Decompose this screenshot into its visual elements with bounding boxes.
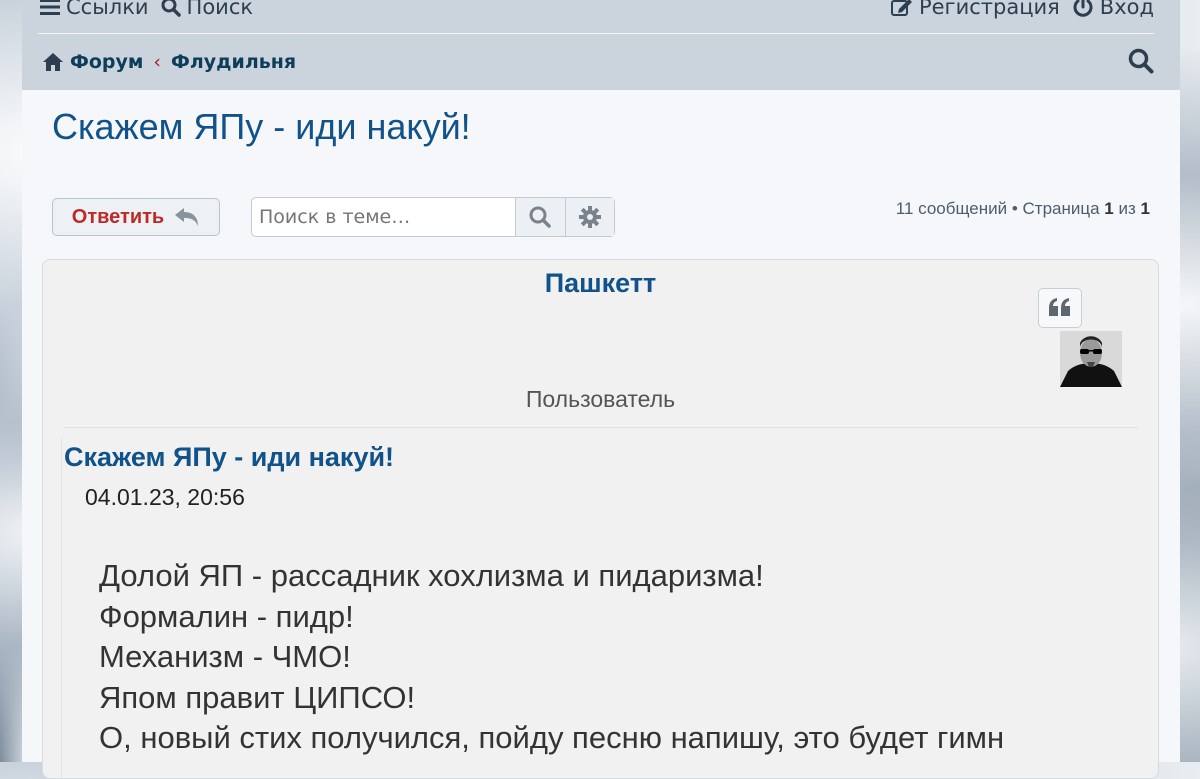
register-label: Регистрация — [918, 0, 1060, 19]
header-divider — [38, 33, 1154, 34]
home-icon — [43, 53, 63, 71]
edit-icon — [890, 0, 912, 16]
search-link[interactable]: Поиск — [161, 0, 254, 19]
post-title[interactable]: Скажем ЯПу - иди накуй! — [64, 442, 394, 473]
content-line: Механизм - ЧМО! — [99, 639, 351, 674]
quick-links-row: Ссылки Поиск Регистрация Вход — [40, 0, 1154, 22]
topic-search-input[interactable] — [252, 198, 516, 236]
reply-icon — [175, 208, 199, 226]
post-content: Долой ЯП - рассадник хохлизма и пидаризм… — [99, 556, 1004, 759]
reply-button[interactable]: Ответить — [52, 198, 220, 236]
post-author[interactable]: Пашкетт — [43, 268, 1158, 299]
breadcrumb-forum[interactable]: Форум — [70, 51, 143, 73]
quote-button[interactable] — [1038, 288, 1082, 328]
page-of: из — [1118, 199, 1136, 218]
total-pages: 1 — [1140, 199, 1150, 218]
topic-search — [251, 197, 615, 237]
topic-title[interactable]: Скажем ЯПу - иди накуй! — [52, 106, 471, 148]
page-wrapper: Ссылки Поиск Регистрация Вход Форум ‹ Фл… — [22, 0, 1180, 779]
breadcrumb-section[interactable]: Флудильня — [171, 51, 296, 73]
advanced-search-button[interactable] — [564, 198, 614, 236]
search-icon — [1128, 48, 1154, 74]
bars-icon — [40, 0, 60, 15]
cog-icon — [578, 206, 601, 228]
breadcrumb-separator: ‹ — [153, 51, 162, 73]
header-search-button[interactable] — [1128, 48, 1154, 74]
content-line: О, новый стих получился, пойду песню нап… — [99, 720, 1005, 755]
breadcrumb: Форум ‹ Флудильня — [42, 48, 296, 76]
post-timestamp[interactable]: 04.01.23, 20:56 — [85, 484, 245, 511]
links-menu[interactable]: Ссылки — [40, 0, 149, 19]
post-divider — [63, 427, 1138, 428]
content-line: Формалин - пидр! — [99, 598, 354, 634]
content-line: Япом правит ЦИПСО! — [99, 679, 416, 715]
topic-search-button[interactable] — [515, 198, 565, 236]
search-label: Поиск — [186, 0, 254, 19]
post-body: Скажем ЯПу - иди накуй! 04.01.23, 20:56 … — [61, 438, 1138, 778]
current-page: 1 — [1104, 199, 1114, 218]
user-rank: Пользователь — [525, 386, 676, 412]
content-line: Долой ЯП - рассадник хохлизма и пидаризм… — [99, 558, 764, 593]
quote-icon — [1049, 298, 1070, 316]
links-label: Ссылки — [66, 0, 149, 19]
pagination-info: 11 сообщений • Страница 1 из 1 — [896, 199, 1150, 219]
login-label: Вход — [1099, 0, 1154, 19]
search-icon — [161, 0, 181, 17]
avatar[interactable] — [1060, 331, 1122, 387]
register-link[interactable]: Регистрация — [890, 0, 1060, 19]
post-card: Пашкетт Пользователь Скажем ЯПу - иди на… — [42, 259, 1159, 779]
header-bar: Ссылки Поиск Регистрация Вход Форум ‹ Фл… — [22, 0, 1180, 90]
reply-label: Ответить — [71, 205, 165, 228]
power-icon — [1073, 0, 1093, 17]
search-icon — [529, 206, 552, 228]
login-link[interactable]: Вход — [1072, 0, 1154, 19]
post-count: 11 сообщений • Страница — [895, 199, 1100, 218]
